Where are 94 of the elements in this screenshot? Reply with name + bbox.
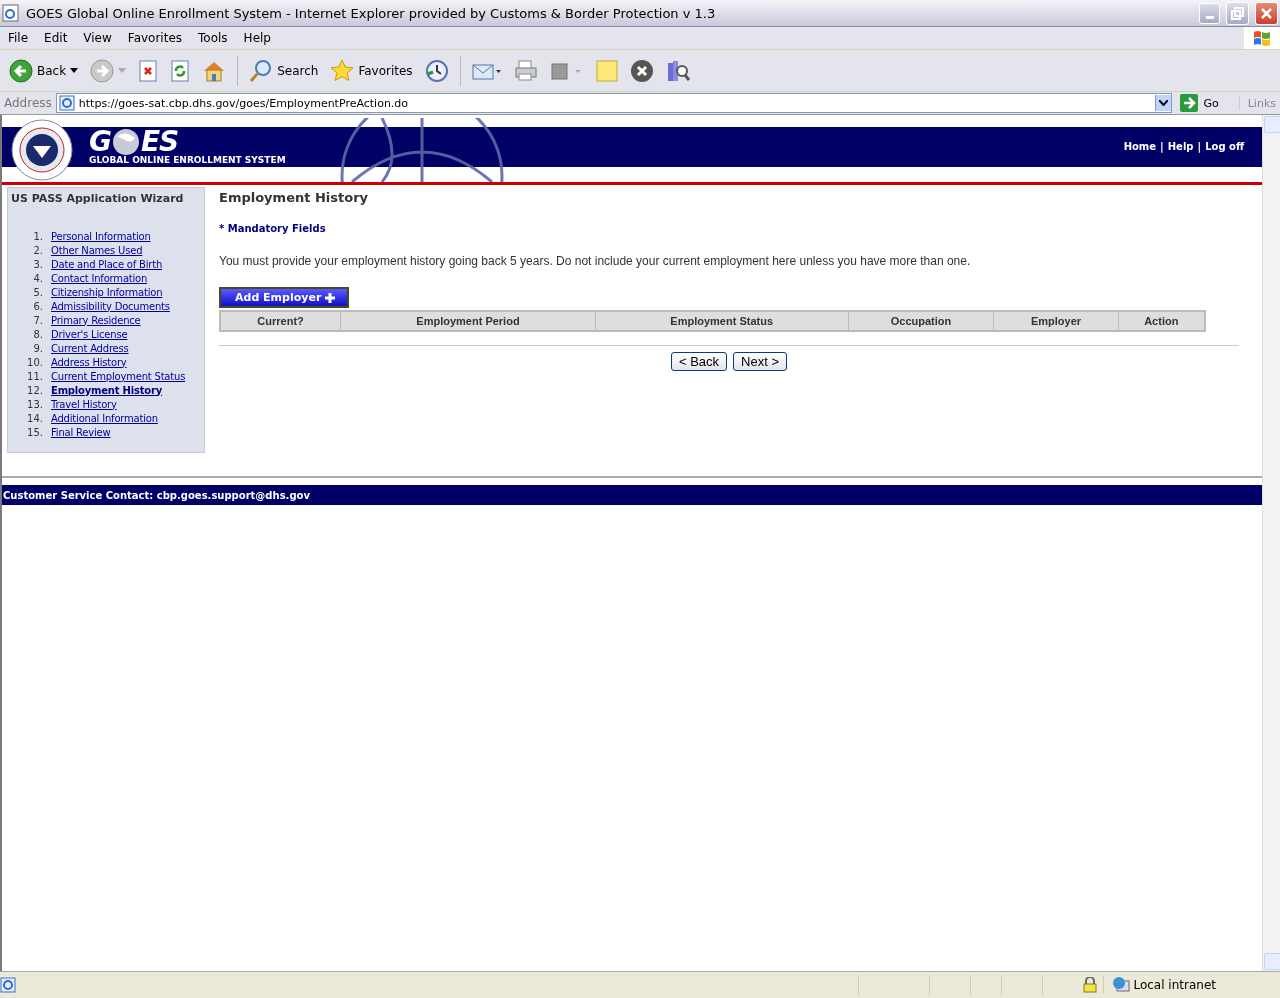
logo-letter: G bbox=[89, 128, 111, 155]
step-number: 6. bbox=[32, 300, 44, 312]
logo-letters: ES bbox=[141, 128, 179, 155]
step-link[interactable]: Travel History bbox=[51, 398, 117, 410]
instructions-text: You must provide your employment history going back 5 years. Do not include your current employment here unless you have more than one. bbox=[219, 254, 972, 268]
step-link[interactable]: Contact Information bbox=[51, 272, 148, 284]
step-link[interactable]: Personal Information bbox=[51, 230, 151, 242]
step-number: 12. bbox=[26, 384, 44, 396]
browser-page-icon bbox=[2, 4, 20, 22]
books-magnifier-icon[interactable] bbox=[665, 58, 690, 83]
step-number: 14. bbox=[26, 412, 44, 424]
search-button[interactable]: Search bbox=[246, 56, 322, 85]
address-label: Address bbox=[4, 96, 52, 110]
step-link[interactable]: Citizenship Information bbox=[51, 286, 163, 298]
back-label: Back bbox=[37, 63, 67, 78]
dropdown-caret-icon[interactable] bbox=[70, 67, 79, 74]
stop-page-icon[interactable] bbox=[138, 59, 159, 82]
plus-icon bbox=[325, 292, 336, 303]
logo-subtitle: GLOBAL ONLINE ENROLLMENT SYSTEM bbox=[89, 155, 286, 166]
menu-item[interactable]: Favorites bbox=[119, 31, 191, 45]
search-label: Search bbox=[277, 63, 319, 78]
step-number: 7. bbox=[32, 314, 44, 326]
nav-separator: | bbox=[1160, 141, 1164, 152]
column-header: Employment Period bbox=[340, 311, 596, 331]
sidebar-title: US PASS Application Wizard bbox=[11, 192, 185, 205]
step-link[interactable]: Employment History bbox=[51, 384, 163, 396]
nav-link[interactable]: Help bbox=[1167, 141, 1194, 152]
window-title: GOES Global Online Enrollment System - Internet Explorer provided by Customs & Border Protection v 1.3 bbox=[26, 5, 717, 21]
step-link[interactable]: Driver's License bbox=[51, 328, 128, 340]
next-button[interactable]: Next > bbox=[733, 352, 787, 371]
menu-item[interactable]: Tools bbox=[190, 31, 236, 45]
page-icon bbox=[0, 977, 16, 993]
page-icon bbox=[58, 95, 75, 111]
step-number: 5. bbox=[32, 286, 44, 298]
department-seal-icon bbox=[11, 119, 73, 181]
column-header: Employment Status bbox=[595, 311, 849, 331]
step-link[interactable]: Final Review bbox=[51, 426, 111, 438]
step-link[interactable]: Additional Information bbox=[51, 412, 158, 424]
close-button[interactable] bbox=[1255, 1, 1278, 25]
magnifier-icon bbox=[249, 58, 274, 83]
menu-item[interactable]: View bbox=[75, 31, 120, 45]
globe-icon bbox=[111, 127, 141, 156]
step-number: 13. bbox=[26, 398, 44, 410]
step-link[interactable]: Primary Residence bbox=[51, 314, 141, 326]
step-number: 11. bbox=[26, 370, 44, 382]
globe-computer-icon bbox=[1112, 976, 1131, 994]
step-number: 2. bbox=[32, 244, 44, 256]
back-button[interactable]: < Back bbox=[670, 352, 728, 371]
column-header: Employer bbox=[994, 311, 1119, 331]
step-link[interactable]: Admissibility Documents bbox=[51, 300, 170, 312]
favorites-button[interactable]: Favorites bbox=[327, 56, 416, 85]
step-link[interactable]: Address History bbox=[51, 356, 127, 368]
go-button[interactable]: Go bbox=[1176, 94, 1235, 112]
step-number: 4. bbox=[32, 272, 44, 284]
menu-item[interactable]: Edit bbox=[36, 31, 76, 45]
column-header: Action bbox=[1118, 311, 1205, 331]
security-zone-label: Local intranet bbox=[1133, 978, 1216, 992]
minimize-icon bbox=[1205, 15, 1214, 19]
star-icon bbox=[330, 58, 355, 83]
windows-flag-icon bbox=[1252, 28, 1272, 48]
address-field[interactable]: https://goes-sat.cbp.dhs.gov/goes/EmploymentPreAction.do bbox=[55, 93, 1173, 113]
step-link[interactable]: Current Address bbox=[51, 342, 129, 354]
menu-item[interactable]: Help bbox=[235, 31, 279, 45]
back-button[interactable]: Back bbox=[6, 56, 82, 85]
step-link[interactable]: Other Names Used bbox=[51, 244, 143, 256]
step-number: 3. bbox=[32, 258, 44, 270]
add-employer-button[interactable]: Add Employer bbox=[219, 287, 350, 308]
nav-separator: | bbox=[1197, 141, 1202, 152]
step-link[interactable]: Current Employment Status bbox=[51, 370, 186, 382]
step-link[interactable]: Date and Place of Birth bbox=[51, 258, 163, 270]
column-header: Occupation bbox=[848, 311, 994, 331]
contact-text: Customer Service Contact: cbp.goes.support@dhs.gov bbox=[3, 489, 310, 501]
step-number: 10. bbox=[26, 356, 44, 368]
nav-link[interactable]: Home bbox=[1123, 141, 1157, 152]
go-arrow-icon bbox=[1180, 94, 1199, 112]
square-dropdown-icon[interactable] bbox=[549, 60, 584, 81]
step-number: 15. bbox=[26, 426, 44, 438]
close-circle-icon[interactable] bbox=[629, 58, 654, 83]
column-header: Current? bbox=[220, 311, 341, 331]
mandatory-note: * Mandatory Fields bbox=[219, 223, 327, 234]
padlock-icon bbox=[1083, 977, 1098, 993]
restore-button[interactable] bbox=[1226, 1, 1249, 25]
page-heading: Employment History bbox=[219, 190, 370, 205]
vertical-scrollbar[interactable] bbox=[1262, 115, 1280, 971]
step-number: 8. bbox=[32, 328, 44, 340]
minimize-button[interactable] bbox=[1199, 2, 1220, 24]
step-number: 1. bbox=[32, 230, 44, 242]
dropdown-chevron-icon[interactable] bbox=[1159, 100, 1169, 106]
step-number: 9. bbox=[32, 342, 44, 354]
menu-item[interactable]: File bbox=[0, 31, 37, 45]
favorites-label: Favorites bbox=[358, 63, 413, 78]
printer-icon[interactable] bbox=[513, 58, 538, 83]
refresh-page-icon[interactable] bbox=[170, 59, 191, 82]
nav-link[interactable]: Log off bbox=[1205, 141, 1244, 152]
